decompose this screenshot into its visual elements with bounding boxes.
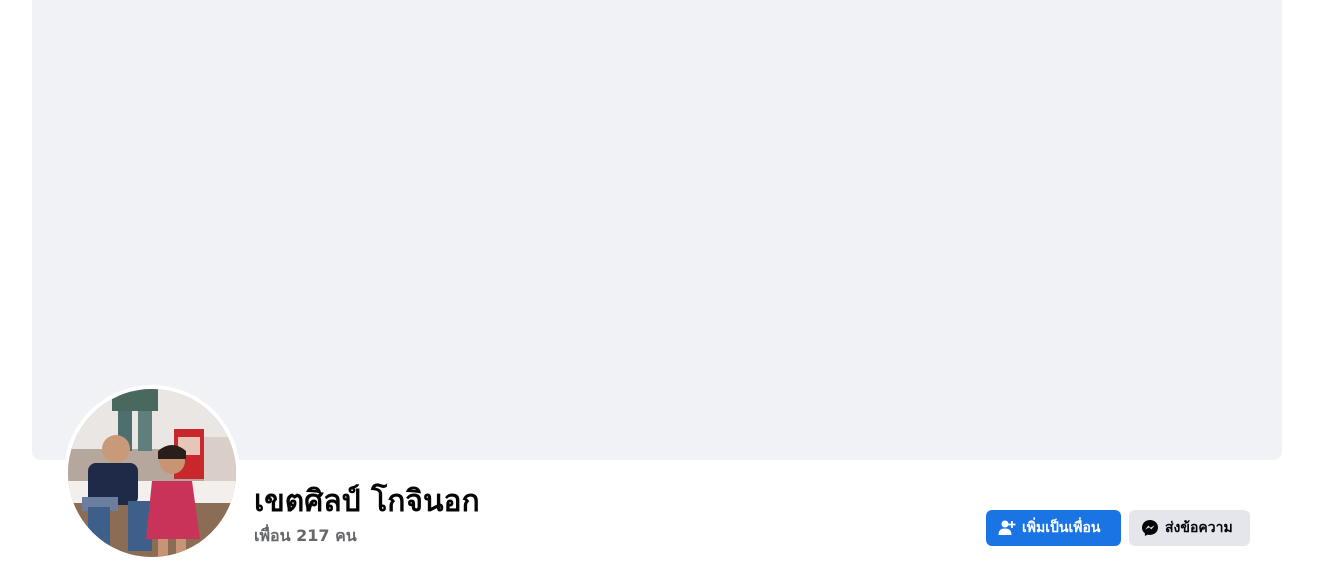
message-button[interactable]: ส่งข้อความ [1129,510,1250,546]
message-label: ส่งข้อความ [1165,520,1233,536]
profile-name: เขตศิลป์ โกจินอก [254,484,480,519]
messenger-icon [1141,519,1159,537]
add-friend-button[interactable]: เพิ่มเป็นเพื่อน [986,510,1121,546]
profile-picture-frame [64,385,240,561]
person-add-icon [998,519,1016,537]
profile-picture[interactable] [68,389,236,557]
cover-photo[interactable] [32,0,1282,460]
profile-page: เขตศิลป์ โกจินอก เพื่อน 217 คน เพิ่มเป็น… [0,0,1332,570]
add-friend-label: เพิ่มเป็นเพื่อน [1022,520,1101,536]
profile-photo-image [68,389,236,557]
friend-count[interactable]: เพื่อน 217 คน [254,525,357,547]
